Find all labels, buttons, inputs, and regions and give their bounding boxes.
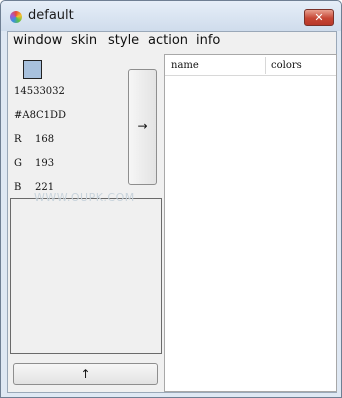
column-header-colors[interactable]: colors	[265, 55, 336, 76]
color-decimal-value: 14533032	[14, 86, 65, 97]
green-label: G	[14, 158, 22, 169]
menu-info[interactable]: info	[196, 33, 220, 49]
menu-bar: window skin style action info	[8, 32, 336, 50]
red-value: 168	[35, 134, 55, 145]
color-wheel-icon	[10, 11, 22, 23]
column-separator	[265, 57, 266, 74]
watermark-text: WWW.OUPK.COM	[34, 191, 135, 204]
column-header-name[interactable]: name	[165, 55, 265, 76]
app-window: default ✕ window skin style action info …	[0, 0, 342, 398]
client-area: window skin style action info 14533032 #…	[7, 31, 337, 393]
color-hex-value: #A8C1DD	[14, 110, 67, 121]
green-value: 193	[35, 158, 55, 169]
close-button[interactable]: ✕	[304, 9, 334, 26]
blue-label: B	[14, 182, 22, 193]
arrow-right-icon: →	[137, 119, 148, 133]
color-swatch[interactable]	[23, 60, 42, 79]
arrow-up-icon: ↑	[80, 367, 91, 381]
red-label: R	[14, 134, 22, 145]
add-color-button[interactable]: →	[128, 69, 157, 185]
colors-table[interactable]: name colors	[164, 54, 337, 392]
title-bar[interactable]: default ✕	[1, 1, 341, 31]
menu-style[interactable]: style	[108, 33, 139, 49]
move-up-button[interactable]: ↑	[13, 363, 158, 385]
preview-panel	[10, 198, 162, 354]
window-title: default	[28, 8, 74, 23]
menu-window[interactable]: window	[13, 33, 62, 49]
menu-action[interactable]: action	[148, 33, 188, 49]
menu-skin[interactable]: skin	[71, 33, 97, 49]
